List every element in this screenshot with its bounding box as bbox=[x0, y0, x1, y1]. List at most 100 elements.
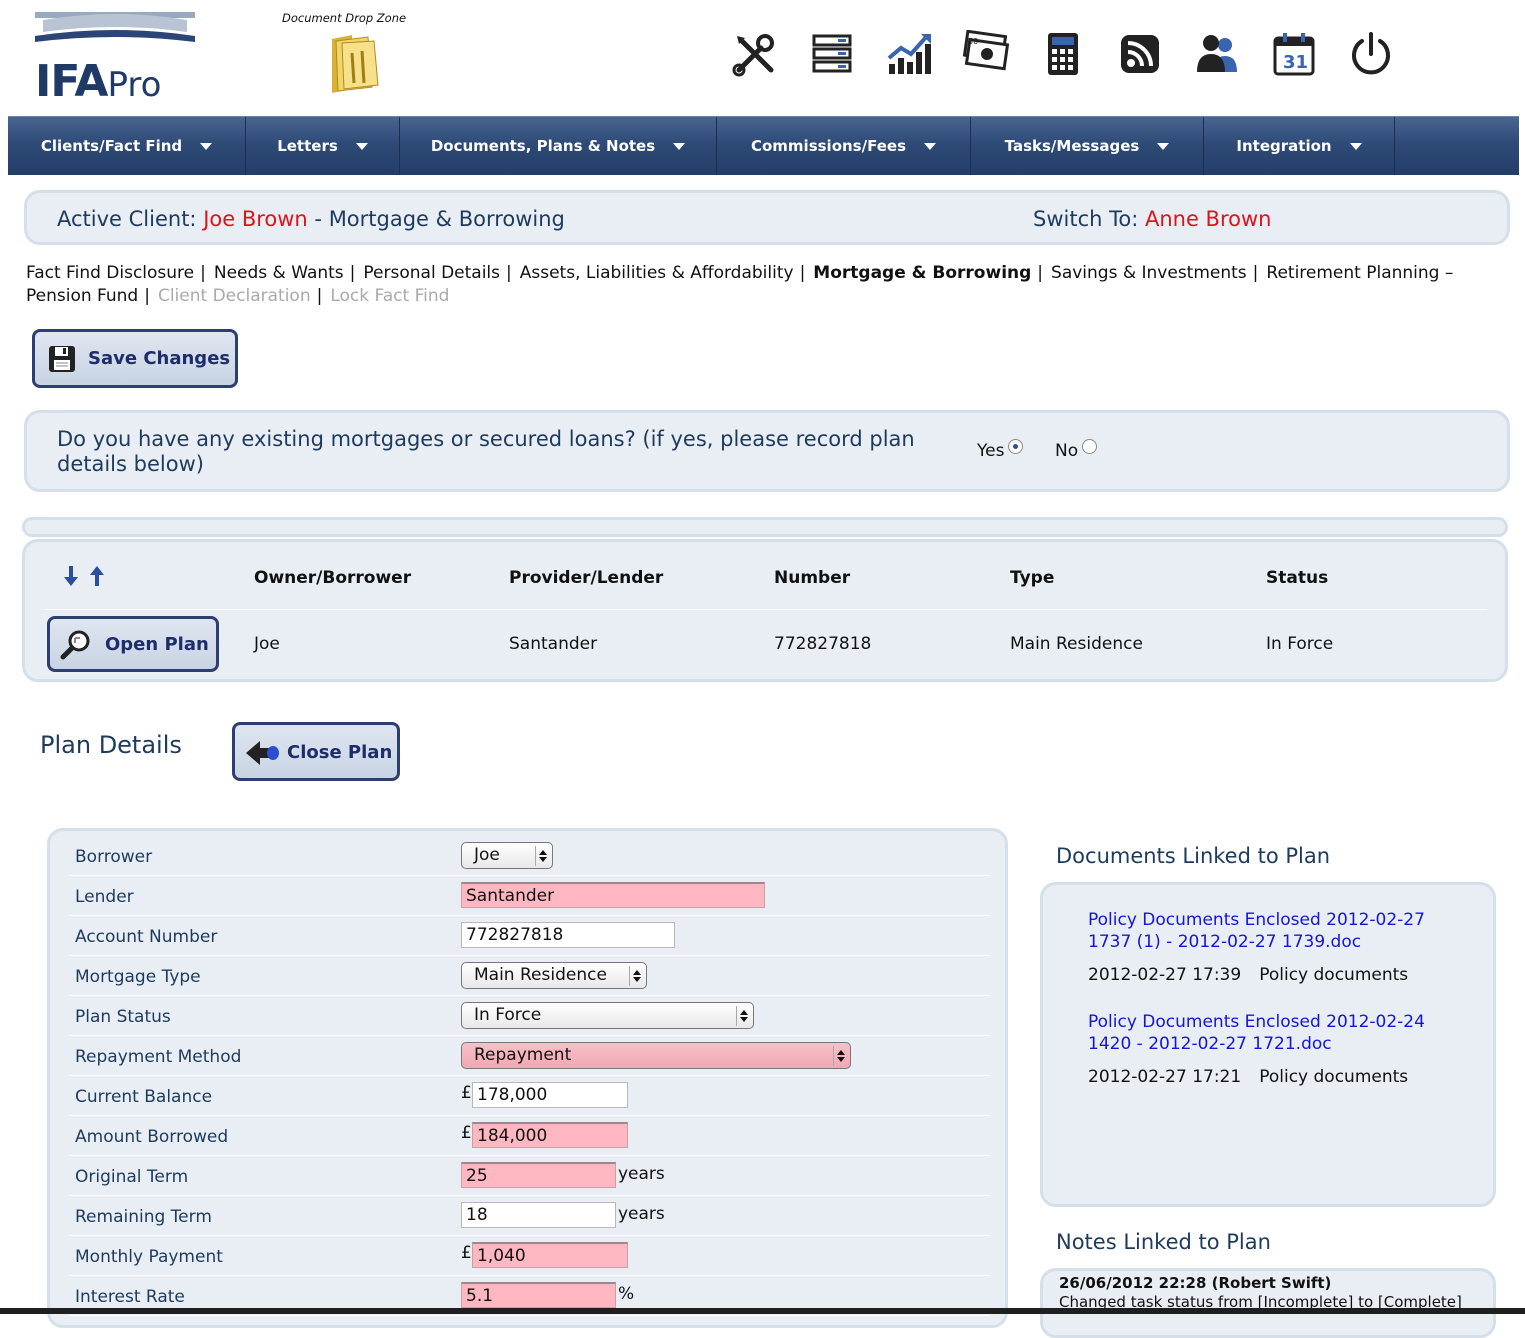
field-row-borrower: Borrower Joe bbox=[70, 835, 990, 876]
account-number-input[interactable]: 772827818 bbox=[461, 922, 675, 948]
subnav-separator: | bbox=[316, 286, 323, 306]
active-client-name[interactable]: Joe Brown bbox=[203, 207, 308, 231]
document-date: 2012-02-27 17:39 bbox=[1088, 965, 1242, 985]
save-changes-button[interactable]: Save Changes bbox=[32, 329, 238, 388]
subnav-client-declaration: Client Declaration bbox=[157, 286, 311, 306]
label-lender: Lender bbox=[75, 887, 134, 907]
nav-clients-fact-find[interactable]: Clients/Fact Find bbox=[8, 117, 246, 175]
switch-client-link[interactable]: Anne Brown bbox=[1145, 207, 1272, 231]
original-term-input[interactable]: 25 bbox=[461, 1162, 616, 1188]
col-number[interactable]: Number bbox=[774, 568, 850, 588]
select-arrows-icon bbox=[833, 1046, 846, 1066]
field-row-amount-borrowed: Amount Borrowed £ 184,000 bbox=[70, 1115, 990, 1156]
chevron-down-icon bbox=[1157, 143, 1170, 150]
borrower-select[interactable]: Joe bbox=[461, 842, 553, 869]
field-row-remaining-term: Remaining Term 18 years bbox=[70, 1195, 990, 1236]
notes-panel: 26/06/2012 22:28 (Robert Swift) Changed … bbox=[1040, 1268, 1496, 1338]
mortgage-type-select[interactable]: Main Residence bbox=[461, 962, 647, 989]
currency-symbol: £ bbox=[461, 1243, 472, 1263]
nav-label: Tasks/Messages bbox=[1004, 137, 1140, 155]
interest-rate-unit: % bbox=[618, 1284, 635, 1304]
label-current-balance: Current Balance bbox=[75, 1087, 213, 1107]
open-plan-button[interactable]: Open Plan bbox=[47, 616, 219, 672]
col-provider-lender[interactable]: Provider/Lender bbox=[509, 568, 663, 588]
repayment-method-select[interactable]: Repayment bbox=[461, 1042, 851, 1069]
nav-documents-plans-notes[interactable]: Documents, Plans & Notes bbox=[400, 117, 717, 175]
current-balance-input[interactable]: 178,000 bbox=[472, 1082, 628, 1108]
calculator-icon[interactable] bbox=[1038, 30, 1088, 78]
subnav-personal-details[interactable]: Personal Details bbox=[363, 263, 500, 283]
lender-input[interactable]: Santander bbox=[461, 882, 765, 908]
subnav-assets-liabilities[interactable]: Assets, Liabilities & Affordability bbox=[520, 263, 794, 283]
subnav-savings-investments[interactable]: Savings & Investments bbox=[1051, 263, 1247, 283]
plan-details-title: Plan Details bbox=[40, 731, 182, 759]
money-icon[interactable]: 50 bbox=[961, 30, 1011, 78]
power-icon[interactable] bbox=[1346, 30, 1396, 78]
monthly-payment-input[interactable]: 1,040 bbox=[472, 1242, 628, 1268]
close-plan-button[interactable]: Close Plan bbox=[232, 722, 400, 781]
nav-label: Integration bbox=[1236, 137, 1332, 155]
ifa-pro-logo[interactable]: IFAPro bbox=[35, 10, 195, 107]
nav-tasks-messages[interactable]: Tasks/Messages bbox=[971, 117, 1204, 175]
col-owner-borrower[interactable]: Owner/Borrower bbox=[254, 568, 411, 588]
subnav-separator: | bbox=[1252, 263, 1259, 283]
amount-borrowed-input[interactable]: 184,000 bbox=[472, 1122, 628, 1148]
subnav-mortgage-borrowing[interactable]: Mortgage & Borrowing bbox=[813, 263, 1031, 283]
radio-yes-option[interactable]: Yes bbox=[977, 439, 1024, 461]
subnav-separator: | bbox=[506, 263, 512, 283]
sort-arrows-icon[interactable] bbox=[61, 564, 111, 588]
label-account-number: Account Number bbox=[75, 927, 218, 947]
plan-status-value: In Force bbox=[474, 1005, 542, 1025]
borrower-value: Joe bbox=[474, 845, 500, 865]
field-row-original-term: Original Term 25 years bbox=[70, 1155, 990, 1196]
document-meta: 2012-02-27 17:21 Policy documents bbox=[1088, 1067, 1408, 1087]
label-amount-borrowed: Amount Borrowed bbox=[75, 1127, 229, 1147]
plan-status-select[interactable]: In Force bbox=[461, 1002, 754, 1029]
subnav-separator: | bbox=[144, 286, 150, 306]
radio-no[interactable] bbox=[1082, 439, 1098, 454]
select-arrows-icon bbox=[535, 846, 548, 866]
chevron-down-icon bbox=[1349, 143, 1362, 150]
close-plan-label: Close Plan bbox=[287, 742, 393, 763]
remaining-term-unit: years bbox=[618, 1204, 665, 1224]
window-bottom-edge bbox=[0, 1308, 1525, 1314]
nav-label: Clients/Fact Find bbox=[40, 137, 183, 155]
label-remaining-term: Remaining Term bbox=[75, 1207, 212, 1227]
nav-letters[interactable]: Letters bbox=[246, 117, 400, 175]
document-link[interactable]: Policy Documents Enclosed 2012-02-27 173… bbox=[1088, 909, 1468, 953]
plans-table: Owner/Borrower Provider/Lender Number Ty… bbox=[22, 539, 1508, 682]
interest-rate-input[interactable]: 5.1 bbox=[461, 1282, 616, 1308]
radio-no-option[interactable]: No bbox=[1055, 439, 1098, 461]
rss-icon[interactable] bbox=[1115, 30, 1165, 78]
label-monthly-payment: Monthly Payment bbox=[75, 1247, 223, 1267]
logo-pro: Pro bbox=[107, 65, 162, 105]
original-term-unit: years bbox=[618, 1164, 665, 1184]
active-client-bar: Active Client: Joe Brown - Mortgage & Bo… bbox=[24, 190, 1510, 245]
col-status[interactable]: Status bbox=[1266, 568, 1328, 588]
radio-yes[interactable] bbox=[1008, 439, 1024, 454]
tools-icon[interactable] bbox=[730, 30, 780, 78]
label-mortgage-type: Mortgage Type bbox=[75, 967, 201, 987]
nav-commissions-fees[interactable]: Commissions/Fees bbox=[717, 117, 971, 175]
field-row-mortgage-type: Mortgage Type Main Residence bbox=[70, 955, 990, 996]
calendar-icon[interactable]: 31 bbox=[1269, 30, 1319, 78]
users-icon[interactable] bbox=[1192, 30, 1242, 78]
folder-icon bbox=[332, 35, 379, 93]
chevron-down-icon bbox=[673, 143, 686, 150]
documents-title: Documents Linked to Plan bbox=[1056, 844, 1331, 868]
logo-ifa: IFA bbox=[35, 56, 108, 107]
document-meta: 2012-02-27 17:39 Policy documents bbox=[1088, 965, 1408, 985]
book-icon bbox=[35, 12, 195, 42]
plan-type-cell: Main Residence bbox=[1010, 634, 1143, 654]
document-drop-zone[interactable]: Document Drop Zone bbox=[282, 11, 422, 101]
label-repayment-method: Repayment Method bbox=[75, 1047, 242, 1067]
remaining-term-input[interactable]: 18 bbox=[461, 1202, 616, 1228]
nav-integration[interactable]: Integration bbox=[1204, 117, 1395, 175]
chart-icon[interactable] bbox=[884, 30, 934, 78]
subnav-needs-wants[interactable]: Needs & Wants bbox=[214, 263, 344, 283]
document-date: 2012-02-27 17:21 bbox=[1088, 1067, 1242, 1087]
col-type[interactable]: Type bbox=[1010, 568, 1054, 588]
document-link[interactable]: Policy Documents Enclosed 2012-02-24 142… bbox=[1088, 1011, 1468, 1055]
subnav-fact-find-disclosure[interactable]: Fact Find Disclosure bbox=[26, 263, 194, 283]
servers-icon[interactable] bbox=[807, 30, 857, 78]
